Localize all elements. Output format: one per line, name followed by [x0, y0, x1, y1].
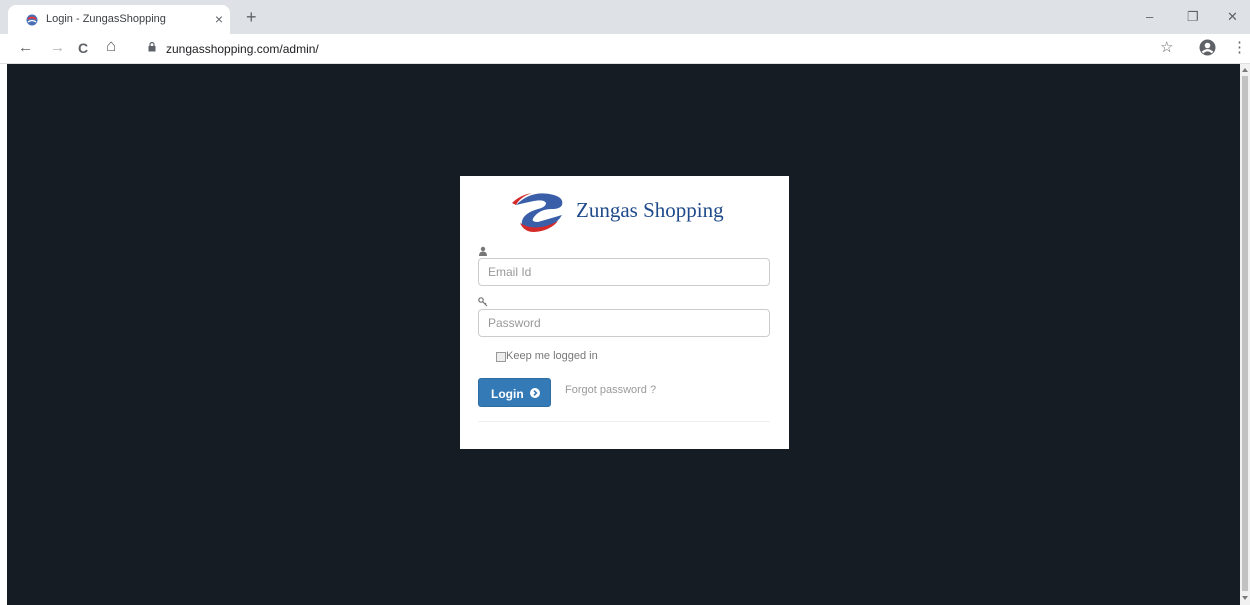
browser-tabstrip: Login - ZungasShopping × + – ❐ ✕: [0, 0, 1250, 34]
home-icon[interactable]: ⌂: [106, 37, 116, 54]
close-window-button[interactable]: ✕: [1227, 10, 1238, 23]
forward-icon[interactable]: →: [50, 40, 65, 56]
login-button[interactable]: Login: [478, 378, 551, 407]
site-favicon-icon: [26, 14, 38, 26]
arrow-circle-right-icon: [530, 388, 540, 398]
reload-icon[interactable]: C: [78, 40, 88, 56]
browser-menu-icon[interactable]: ⋮: [1232, 40, 1247, 56]
restore-button[interactable]: ❐: [1187, 10, 1199, 23]
new-tab-button[interactable]: +: [246, 8, 257, 26]
zungas-logo-icon: [512, 193, 563, 232]
vertical-scrollbar[interactable]: [1240, 64, 1250, 605]
card-divider: [478, 421, 770, 422]
scroll-up-arrow-icon[interactable]: [1242, 68, 1248, 72]
browser-tab[interactable]: Login - ZungasShopping ×: [8, 5, 230, 34]
remember-me-checkbox[interactable]: [496, 352, 506, 362]
browser-toolbar: ← → C ⌂ zungasshopping.com/admin/ ☆ ⋮: [0, 34, 1250, 64]
user-icon: [479, 246, 487, 256]
url-text: zungasshopping.com/admin/: [166, 42, 319, 56]
tab-title: Login - ZungasShopping: [46, 13, 166, 25]
address-bar[interactable]: zungasshopping.com/admin/: [140, 37, 1150, 61]
forgot-password-link[interactable]: Forgot password ?: [565, 384, 656, 396]
lock-icon: [148, 42, 156, 52]
scroll-down-arrow-icon[interactable]: [1242, 596, 1248, 600]
tab-close-button[interactable]: ×: [211, 11, 227, 27]
login-button-label: Login: [491, 387, 524, 401]
profile-avatar-icon[interactable]: [1199, 39, 1216, 56]
minimize-button[interactable]: –: [1146, 10, 1153, 23]
email-field[interactable]: [478, 258, 770, 286]
remember-me-label[interactable]: Keep me logged in: [506, 350, 598, 362]
back-icon[interactable]: ←: [18, 40, 33, 56]
scrollbar-thumb[interactable]: [1242, 76, 1248, 591]
password-field[interactable]: [478, 309, 770, 337]
login-card: Zungas Shopping Keep me logged in Login …: [460, 176, 789, 449]
brand-name: Zungas Shopping: [576, 198, 724, 222]
bookmark-star-icon[interactable]: ☆: [1160, 40, 1173, 56]
key-icon: [478, 297, 488, 307]
